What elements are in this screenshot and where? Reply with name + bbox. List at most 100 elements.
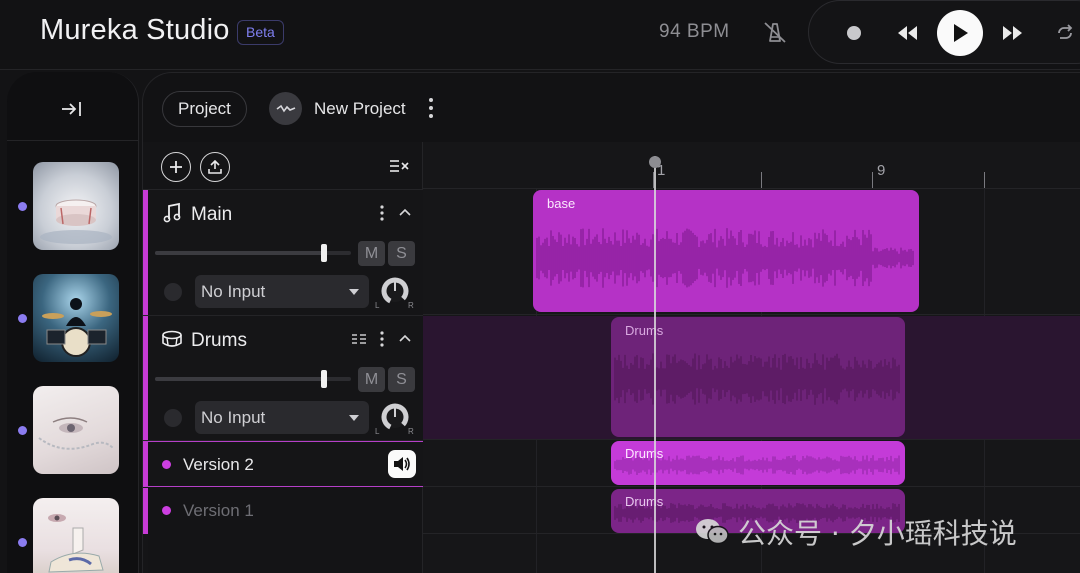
metronome-off-icon[interactable] [762,19,788,45]
chevron-up-icon[interactable] [398,332,412,344]
version-row-active[interactable]: Version 2 [143,441,424,487]
timeline-ruler[interactable]: 1 9 [423,142,1080,189]
drum-icon [162,330,182,347]
transport-controls [808,0,1080,64]
upload-icon [208,160,222,174]
more-icon[interactable] [427,97,435,119]
track-color-bar [143,190,148,315]
play-icon [954,24,968,42]
input-select[interactable]: No Input [195,275,369,308]
chevron-up-icon[interactable] [398,206,412,218]
project-bar: Project New Project [142,72,1080,142]
playhead[interactable] [654,156,656,573]
watermark: 公众号 · 夕小瑶科技说 [694,512,1017,552]
solo-button[interactable]: S [388,241,415,266]
input-select-value: No Input [201,282,266,301]
clip-label: Drums [625,446,664,461]
collapse-sidebar-button[interactable] [57,94,87,124]
app-title: Mureka Studio [40,14,230,46]
pan-knob[interactable] [380,402,410,432]
volume-handle[interactable] [320,244,327,262]
timeline[interactable]: 1 9 base Drums Drums Drums [423,142,1080,573]
volume-fill [155,377,324,381]
waveform-icon [276,104,295,112]
speaker-button[interactable] [388,450,416,478]
record-button[interactable] [846,1,862,65]
track-more-icon[interactable] [379,330,385,348]
track-more-icon[interactable] [379,204,385,222]
project-avatar[interactable] [269,92,302,125]
song-cover-drum-cloud [33,162,119,250]
version-row[interactable]: Version 1 [143,488,424,534]
play-icon-wrap [937,10,983,56]
status-dot [18,202,27,211]
playhead-handle[interactable] [649,156,661,168]
plus-icon [170,161,182,173]
mute-button[interactable]: M [358,241,385,266]
project-button[interactable]: Project [162,91,247,127]
upload-button[interactable] [200,152,230,182]
version-dot [162,506,171,515]
volume-slider[interactable] [155,244,351,262]
add-track-button[interactable] [161,152,191,182]
record-arm-button[interactable] [164,283,182,301]
pan-right-label: R [408,301,414,310]
clip-label: Drums [625,494,664,509]
status-dot [18,314,27,323]
track-panel: Main M S No Input L R Drums M S No Input… [142,142,424,573]
track-drums[interactable]: Drums M S No Input L R [143,316,424,441]
clear-tracks-icon[interactable] [389,158,409,174]
loop-button[interactable] [1055,1,1075,65]
version-name: Version 1 [183,501,254,520]
project-name[interactable]: New Project [314,99,406,119]
sidebar-divider [7,140,139,141]
sidebar-item-song-3[interactable] [7,386,139,476]
song-cover-sneaker [33,498,119,573]
song-cover-face [33,386,119,474]
sidebar-item-song-1[interactable] [7,162,139,252]
ruler-label-9: 9 [877,162,886,179]
speaker-icon [394,457,410,471]
song-cover-drummer [33,274,119,362]
status-dot [18,538,27,547]
solo-button[interactable]: S [388,367,415,392]
track-toolbar [143,142,424,190]
volume-slider[interactable] [155,370,351,388]
fast-forward-icon [1003,26,1022,40]
sidebar [7,72,139,573]
pan-right-label: R [408,427,414,436]
clip-base[interactable]: base [533,190,919,312]
input-select[interactable]: No Input [195,401,369,434]
chevron-down-icon [349,289,359,295]
ruler-tick [872,172,873,188]
music-note-icon [163,202,181,223]
chevron-down-icon [349,415,359,421]
input-select-value: No Input [201,408,266,427]
clip-label: Drums [625,323,664,338]
record-icon [847,26,861,40]
status-dot [18,426,27,435]
track-color-bar [143,316,148,440]
record-arm-button[interactable] [164,409,182,427]
track-name[interactable]: Main [191,204,232,226]
ruler-tick [984,172,985,188]
track-panel-footer [143,535,148,573]
volume-handle[interactable] [320,370,327,388]
pan-left-label: L [375,427,380,436]
mute-button[interactable]: M [358,367,385,392]
play-button[interactable] [937,1,983,65]
versions-list-icon[interactable] [351,333,367,345]
clip-label: base [547,196,576,211]
bpm-display[interactable]: 94 BPM [659,21,730,43]
sidebar-item-song-2[interactable] [7,274,139,364]
version-name: Version 2 [183,455,254,474]
sidebar-item-song-4[interactable] [7,498,139,573]
version-dot [162,460,171,469]
app-header: Mureka Studio Beta 94 BPM [0,0,1080,70]
track-main[interactable]: Main M S No Input L R [143,190,424,316]
pan-left-label: L [375,301,380,310]
pan-knob[interactable] [380,276,410,306]
fast-forward-button[interactable] [1002,1,1024,65]
rewind-button[interactable] [896,1,918,65]
track-name[interactable]: Drums [191,330,247,352]
